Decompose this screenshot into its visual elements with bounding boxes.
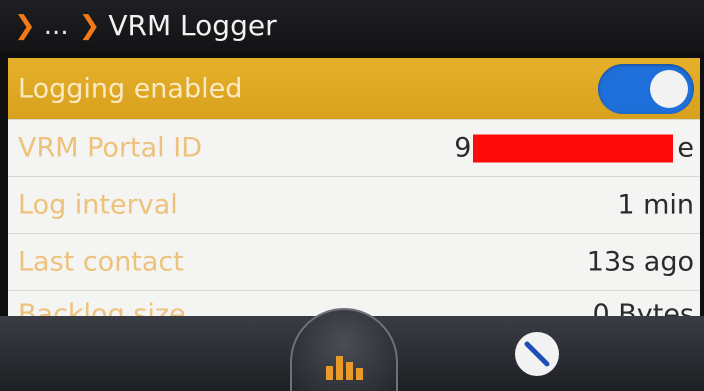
chevron-right-icon: ❯ [78, 11, 101, 41]
compass-icon [524, 341, 550, 367]
log-interval-label: Log interval [18, 189, 178, 221]
portal-id-label: VRM Portal ID [18, 132, 203, 164]
settings-list: Logging enabled VRM Portal ID 9 e Log in… [8, 58, 700, 324]
breadcrumb-ellipsis[interactable]: ... [44, 13, 69, 39]
toggle-knob [650, 69, 688, 108]
portal-id-value: 9 e [454, 133, 694, 164]
redaction-box [473, 134, 674, 162]
last-contact-value: 13s ago [586, 246, 694, 278]
vrm-logger-screen: ❯ ... ❯ VRM Logger Logging enabled VRM P… [0, 0, 704, 391]
breadcrumb: ❯ ... ❯ VRM Logger [0, 0, 704, 52]
logging-enabled-label: Logging enabled [18, 73, 243, 104]
bar-chart-icon [326, 356, 363, 380]
portal-id-end: e [677, 132, 694, 164]
log-interval-row[interactable]: Log interval 1 min [8, 177, 700, 234]
last-contact-row[interactable]: Last contact 13s ago [8, 234, 700, 291]
last-contact-label: Last contact [18, 246, 184, 278]
page-title: VRM Logger [108, 9, 277, 42]
compass-button[interactable] [515, 332, 559, 376]
log-interval-value: 1 min [617, 189, 694, 221]
logging-enabled-row[interactable]: Logging enabled [8, 58, 700, 120]
portal-id-row[interactable]: VRM Portal ID 9 e [8, 120, 700, 177]
portal-id-start: 9 [454, 132, 472, 164]
logging-enabled-toggle[interactable] [598, 63, 694, 114]
chevron-right-icon: ❯ [14, 11, 36, 41]
